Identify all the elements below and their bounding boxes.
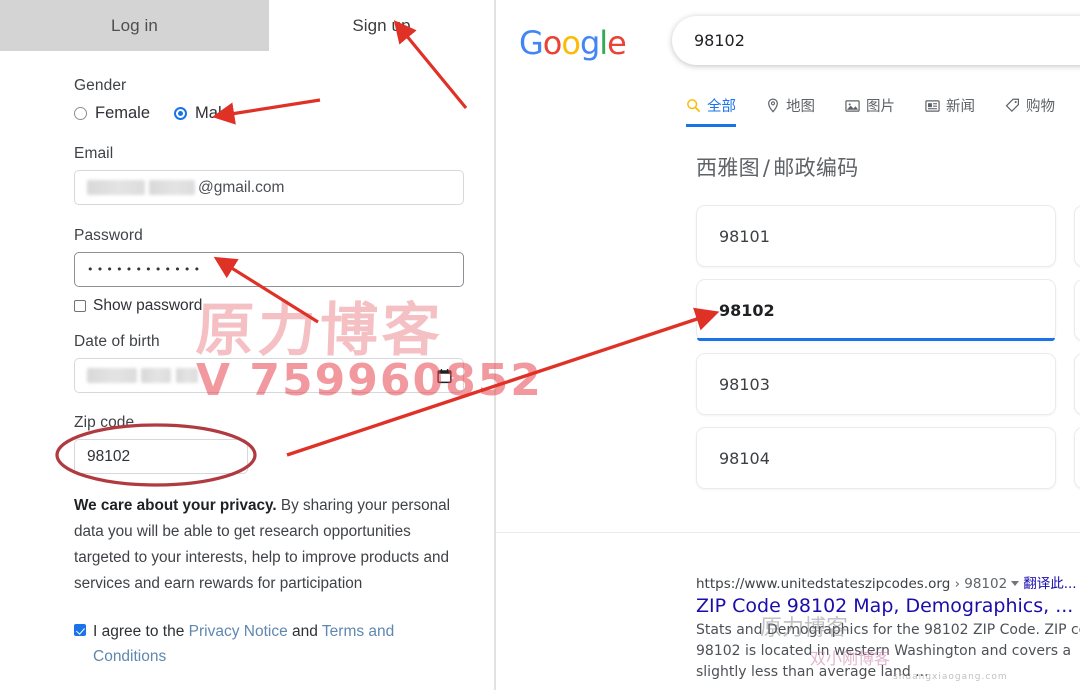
google-tab-images-label: 图片 xyxy=(866,99,895,115)
email-redacted-block-2 xyxy=(149,180,195,195)
google-tab-images[interactable]: 图片 xyxy=(845,95,895,127)
tab-log-in[interactable]: Log in xyxy=(0,0,269,51)
zip-code-label: Zip code xyxy=(74,414,135,432)
zip-card-98104[interactable]: 98104 xyxy=(696,427,1056,489)
zip-card-column2-row3[interactable] xyxy=(1074,353,1080,415)
agreement-text-before: I agree to the xyxy=(93,623,189,641)
auth-tabstrip: Log in Sign up xyxy=(0,0,494,51)
email-redacted-block xyxy=(87,180,145,195)
chevron-down-icon[interactable] xyxy=(1011,581,1020,586)
google-logo-letter-g2: g xyxy=(579,24,600,62)
gender-option-female[interactable]: Female xyxy=(74,104,150,123)
zip-code-card-grid: 98101 98102 98103 98104 xyxy=(696,205,1080,489)
tab-sign-up-label: Sign up xyxy=(352,15,411,35)
translate-link[interactable]: 翻译此... xyxy=(1023,576,1076,592)
email-input[interactable]: @gmail.com xyxy=(74,170,464,205)
dob-redacted-block-3 xyxy=(176,368,198,384)
privacy-notice-text: We care about your privacy. By sharing y… xyxy=(74,493,466,597)
google-search-value: 98102 xyxy=(694,31,745,50)
knowledge-panel-heading: 西雅图 / 邮政编码 xyxy=(696,152,859,182)
search-result-crumb: › 98102 xyxy=(954,576,1008,592)
google-search-input[interactable]: 98102 xyxy=(672,16,1080,65)
search-result-domain: https://www.unitedstateszipcodes.org xyxy=(696,576,951,592)
zip-card-98103[interactable]: 98103 xyxy=(696,353,1056,415)
search-icon xyxy=(686,98,701,113)
google-tab-shopping-label: 购物 xyxy=(1026,99,1055,115)
radio-male-icon xyxy=(174,106,188,120)
google-search-panel: Google 98102 全部 地图 图片 新闻 购物 西雅图 / 邮政编码 9… xyxy=(496,0,1080,690)
agreement-text-middle: and xyxy=(287,623,322,641)
google-tab-all-label: 全部 xyxy=(707,99,736,115)
google-logo-letter-e: e xyxy=(607,24,627,62)
knowledge-heading-separator: / xyxy=(762,156,771,180)
news-icon xyxy=(925,99,940,113)
map-pin-icon xyxy=(766,98,780,113)
email-domain-suffix: @gmail.com xyxy=(198,178,285,196)
agreement-row[interactable]: I agree to the Privacy Notice and Terms … xyxy=(74,619,494,669)
privacy-notice-link[interactable]: Privacy Notice xyxy=(189,623,288,640)
google-tab-news-label: 新闻 xyxy=(946,99,975,115)
privacy-notice-lead: We care about your privacy. xyxy=(74,497,277,515)
watermark-url: shuangxiaogang.com xyxy=(893,672,1008,682)
image-icon xyxy=(845,99,860,113)
search-result-url[interactable]: https://www.unitedstateszipcodes.org › 9… xyxy=(696,572,1080,592)
zip-code-value: 98102 xyxy=(87,447,131,465)
google-logo-letter-l: l xyxy=(599,24,608,62)
google-logo[interactable]: Google xyxy=(519,24,627,62)
zip-card-98101-label: 98101 xyxy=(719,226,770,246)
tag-icon xyxy=(1005,98,1020,113)
google-tab-news[interactable]: 新闻 xyxy=(925,95,975,127)
knowledge-heading-place: 西雅图 xyxy=(696,156,760,180)
agreement-text: I agree to the Privacy Notice and Terms … xyxy=(93,619,453,669)
knowledge-heading-category: 邮政编码 xyxy=(773,156,859,180)
tab-log-in-label: Log in xyxy=(111,15,158,35)
zip-card-98104-label: 98104 xyxy=(719,448,770,468)
results-divider xyxy=(496,532,1080,533)
password-label: Password xyxy=(74,227,143,244)
zip-card-98101[interactable]: 98101 xyxy=(696,205,1056,267)
watermark-sub: V 759960852 xyxy=(196,355,543,406)
google-logo-letter-o2: o xyxy=(561,24,581,62)
watermark-small: 原力博客 xyxy=(760,616,849,641)
gender-radio-group: Female Male xyxy=(74,102,494,124)
dob-redacted-block-2 xyxy=(141,368,171,384)
show-password-label: Show password xyxy=(93,297,203,314)
zip-card-98103-label: 98103 xyxy=(719,374,770,394)
google-tab-all[interactable]: 全部 xyxy=(686,95,736,127)
zip-card-column2-row4[interactable] xyxy=(1074,427,1080,489)
gender-option-male-label: Male xyxy=(195,103,231,122)
google-tab-shopping[interactable]: 购物 xyxy=(1005,95,1055,127)
google-tab-maps-label: 地图 xyxy=(786,99,815,115)
tab-sign-up[interactable]: Sign up xyxy=(269,0,494,51)
google-logo-letter-o1: o xyxy=(542,24,563,62)
dob-redacted-block xyxy=(87,368,137,384)
gender-option-male[interactable]: Male xyxy=(174,104,231,123)
watermark-tiny: 双小刚博客 xyxy=(810,649,891,668)
google-nav-tabs: 全部 地图 图片 新闻 购物 xyxy=(686,95,1080,127)
zip-card-98102[interactable]: 98102 xyxy=(696,279,1056,341)
screenshot-root: Log in Sign up Gender Female Male Email xyxy=(0,0,1080,690)
zip-code-input[interactable]: 98102 xyxy=(74,439,248,475)
google-logo-letter-g: G xyxy=(519,24,544,62)
search-result-title[interactable]: ZIP Code 98102 Map, Demographics, ... xyxy=(696,595,1080,617)
google-tab-maps[interactable]: 地图 xyxy=(766,95,815,127)
show-password-checkbox[interactable] xyxy=(74,300,86,312)
zip-card-column2-row2[interactable] xyxy=(1074,279,1080,341)
gender-option-female-label: Female xyxy=(95,103,151,122)
agreement-checkbox[interactable] xyxy=(74,624,86,637)
zip-card-column2-row1[interactable] xyxy=(1074,205,1080,267)
radio-female-icon xyxy=(74,106,87,120)
zip-card-98102-label: 98102 xyxy=(719,300,775,320)
password-input[interactable]: •••••••••••• xyxy=(74,252,464,287)
email-label: Email xyxy=(74,145,114,162)
gender-label: Gender xyxy=(74,77,127,94)
password-masked-value: •••••••••••• xyxy=(87,263,204,276)
